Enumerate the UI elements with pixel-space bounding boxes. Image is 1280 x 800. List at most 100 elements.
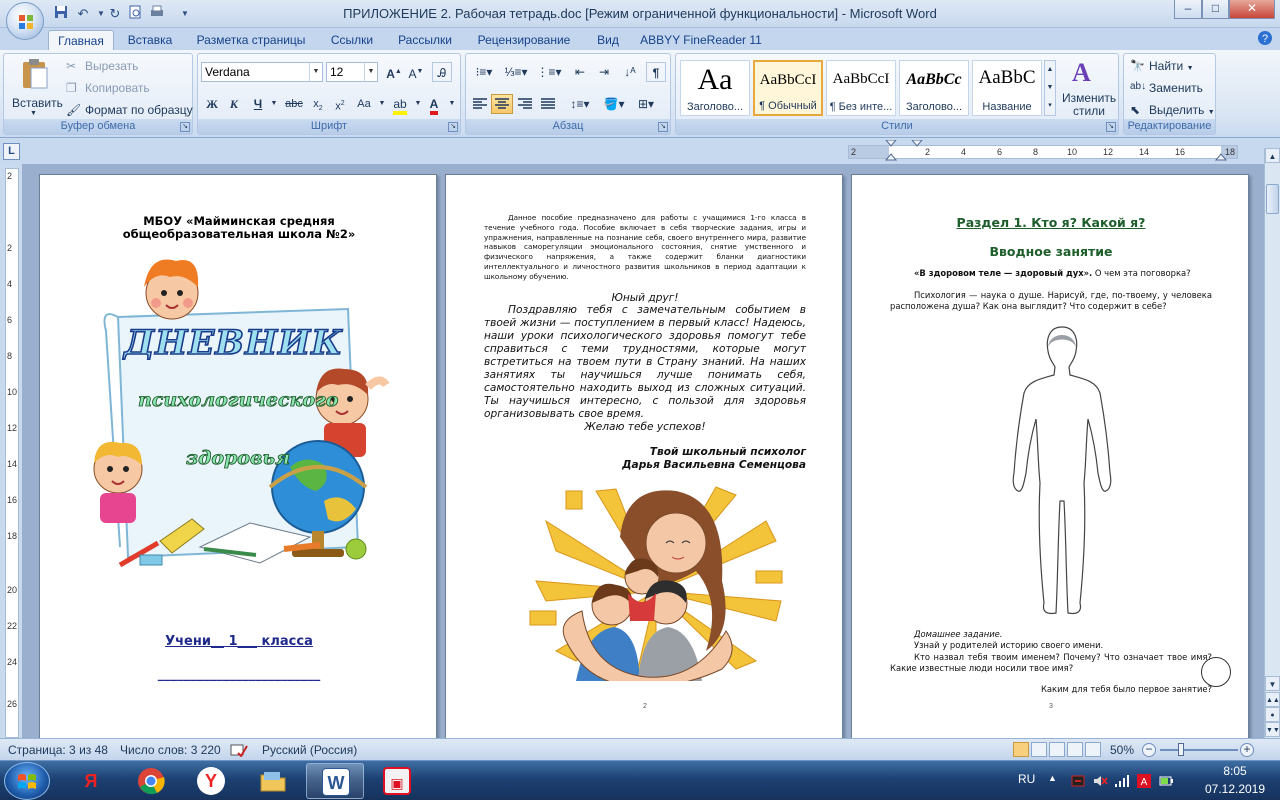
close-button[interactable]: ✕	[1229, 0, 1275, 19]
next-page-icon[interactable]: ▼▼	[1265, 722, 1280, 737]
taskbar-abbyy[interactable]: ▣	[368, 763, 426, 799]
page-2[interactable]: Данное пособие предназначено для работы …	[445, 174, 843, 738]
right-indent-icon[interactable]	[1215, 152, 1227, 162]
tab-abbyy[interactable]: ABBYY FineReader 11	[638, 30, 764, 50]
help-icon[interactable]: ?	[1256, 30, 1274, 48]
office-button[interactable]	[6, 2, 44, 40]
multilevel-list-icon[interactable]: ⋮≡▾	[534, 62, 564, 82]
font-name-combo[interactable]: Verdana ▼	[201, 62, 323, 82]
volume-muted-icon[interactable]	[1092, 773, 1108, 789]
font-color-icon[interactable]: A	[424, 94, 444, 115]
language-status[interactable]: Русский (Россия)	[262, 743, 357, 757]
antivirus-tray-icon[interactable]	[1070, 773, 1086, 789]
bold-icon[interactable]: Ж	[202, 94, 222, 114]
tab-references[interactable]: Ссылки	[322, 30, 382, 50]
tab-insert[interactable]: Вставка	[120, 30, 180, 50]
vertical-ruler[interactable]: 2 2 4 6 8 10 12 14 16 18 20 22 24 26	[5, 168, 19, 738]
spelling-check-icon[interactable]	[230, 743, 248, 760]
document-area[interactable]: МБОУ «Майминская средняя общеобразовател…	[22, 164, 1264, 738]
zoom-level[interactable]: 50%	[1110, 743, 1134, 757]
web-layout-view-icon[interactable]	[1049, 742, 1065, 757]
zoom-slider-thumb[interactable]	[1178, 743, 1184, 756]
tab-review[interactable]: Рецензирование	[468, 30, 580, 50]
vertical-scrollbar[interactable]: ▲ ▼ ▲▲ ● ▼▼	[1264, 148, 1280, 738]
page-3[interactable]: Раздел 1. Кто я? Какой я? Вводное заняти…	[851, 174, 1249, 738]
change-case-dropdown-icon[interactable]: ▼	[372, 94, 392, 114]
tab-mailings[interactable]: Рассылки	[390, 30, 460, 50]
clear-formatting-icon[interactable]: Ꭿ	[432, 62, 452, 82]
shrink-font-icon[interactable]: A▼	[406, 62, 426, 82]
horizontal-ruler[interactable]: 2 2 4 6 8 10 12 14 16 18	[848, 140, 1238, 162]
align-center-icon[interactable]	[491, 94, 513, 114]
print-layout-view-icon[interactable]	[1013, 742, 1029, 757]
font-size-combo[interactable]: 12 ▼	[326, 62, 378, 82]
font-color-dropdown-icon[interactable]: ▼	[442, 94, 462, 114]
taskbar-word[interactable]: W	[306, 763, 364, 799]
scroll-down-icon[interactable]: ▼	[1265, 676, 1280, 691]
shading-icon[interactable]: 🪣▾	[600, 94, 628, 114]
page-count[interactable]: Страница: 3 из 48	[8, 743, 108, 757]
cut-button[interactable]: ✂ Вырезать	[66, 59, 138, 75]
style-title[interactable]: AaBbC Название	[972, 60, 1042, 116]
start-button[interactable]	[4, 762, 50, 800]
indent-marker-icon[interactable]	[885, 140, 897, 164]
word-count[interactable]: Число слов: 3 220	[120, 743, 221, 757]
format-painter-button[interactable]: 🖌 Формат по образцу	[66, 103, 193, 119]
taskbar-chrome[interactable]	[122, 763, 180, 799]
abbyy-tray-icon[interactable]: A	[1136, 773, 1152, 789]
taskbar-yandex[interactable]: Y	[182, 763, 240, 799]
draft-view-icon[interactable]	[1085, 742, 1101, 757]
font-launcher-icon[interactable]: ↘	[448, 122, 458, 132]
align-right-icon[interactable]	[514, 94, 536, 114]
italic-icon[interactable]: К	[224, 94, 244, 114]
tab-home[interactable]: Главная	[48, 30, 114, 50]
previous-page-icon[interactable]: ▲▲	[1265, 692, 1280, 707]
select-button[interactable]: ⬉ Выделить ▼	[1130, 103, 1215, 119]
align-left-icon[interactable]	[469, 94, 491, 114]
minimize-button[interactable]: –	[1174, 0, 1202, 19]
tab-selector-icon[interactable]: L	[3, 143, 20, 160]
copy-button[interactable]: ❐ Копировать	[66, 81, 150, 97]
maximize-button[interactable]: □	[1202, 0, 1229, 19]
zoom-out-icon[interactable]: −	[1142, 743, 1156, 757]
taskbar-yandex-browser[interactable]: Я	[62, 763, 120, 799]
full-screen-reading-icon[interactable]	[1031, 742, 1047, 757]
grow-font-icon[interactable]: A▲	[384, 62, 404, 82]
network-signal-icon[interactable]	[1114, 773, 1130, 789]
numbering-icon[interactable]: ⅓≡▾	[502, 62, 530, 82]
scroll-thumb[interactable]	[1266, 184, 1279, 214]
sort-icon[interactable]: ↓ᴬ	[620, 62, 640, 82]
styles-launcher-icon[interactable]: ↘	[1106, 122, 1116, 132]
zoom-in-icon[interactable]: +	[1240, 743, 1254, 757]
styles-scroll[interactable]: ▲ ▼ ▾	[1044, 60, 1056, 116]
battery-icon[interactable]	[1158, 773, 1174, 789]
tray-expand-icon[interactable]: ▲	[1048, 773, 1057, 783]
paste-button[interactable]: Вставить ▼	[10, 58, 63, 117]
show-marks-icon[interactable]: ¶	[646, 62, 666, 82]
change-case-icon[interactable]: Aa	[354, 94, 374, 114]
borders-icon[interactable]: ⊞▾	[632, 94, 660, 114]
select-browse-object-icon[interactable]: ●	[1265, 707, 1280, 722]
first-line-indent-icon[interactable]	[911, 140, 923, 148]
taskbar-explorer[interactable]	[244, 763, 302, 799]
clock-time[interactable]: 8:05	[1215, 764, 1255, 778]
style-normal[interactable]: AaBbCcI ¶ Обычный	[753, 60, 823, 116]
style-no-spacing[interactable]: AaBbCcI ¶ Без инте...	[826, 60, 896, 116]
language-indicator[interactable]: RU	[1018, 772, 1035, 786]
superscript-icon[interactable]: x2	[330, 94, 350, 114]
underline-dropdown-icon[interactable]: ▼	[264, 94, 284, 114]
strikethrough-icon[interactable]: abc	[284, 94, 304, 114]
style-heading2[interactable]: AaBbCc Заголово...	[899, 60, 969, 116]
increase-indent-icon[interactable]: ⇥	[594, 62, 614, 82]
highlight-icon[interactable]: ab	[390, 94, 410, 115]
tab-page-layout[interactable]: Разметка страницы	[188, 30, 314, 50]
bullets-icon[interactable]: ⁝≡▾	[470, 62, 498, 82]
clipboard-launcher-icon[interactable]: ↘	[180, 122, 190, 132]
subscript-icon[interactable]: x2	[308, 94, 328, 114]
scroll-up-icon[interactable]: ▲	[1265, 148, 1280, 163]
line-spacing-icon[interactable]: ↕≡▾	[566, 94, 594, 114]
page-1[interactable]: МБОУ «Майминская средняя общеобразовател…	[39, 174, 437, 738]
style-heading1[interactable]: Aa Заголово...	[680, 60, 750, 116]
zoom-slider[interactable]	[1160, 749, 1238, 751]
justify-icon[interactable]	[537, 94, 559, 114]
